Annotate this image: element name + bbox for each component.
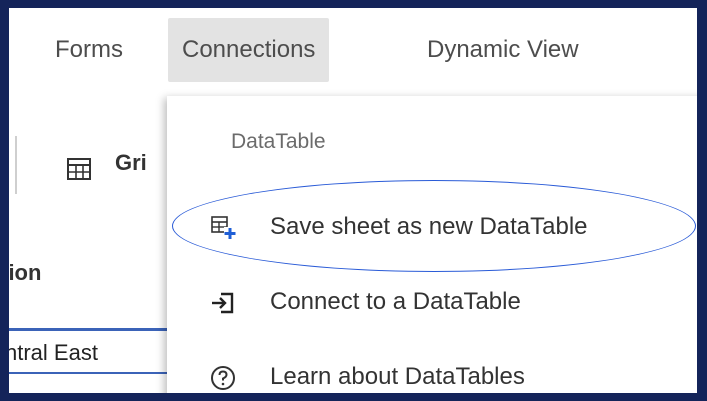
menu-forms[interactable]: Forms — [41, 18, 137, 82]
grid-view-button[interactable]: Gri — [115, 150, 147, 176]
menu-bar: Forms Connections Dynamic View — [9, 8, 697, 98]
selected-cell[interactable]: ntral East — [9, 328, 175, 374]
toolbar-divider — [15, 136, 17, 194]
learn-datatables-item[interactable]: Learn about DataTables — [167, 352, 697, 393]
save-as-datatable-item[interactable]: Save sheet as new DataTable — [167, 202, 697, 254]
menu-connections[interactable]: Connections — [168, 18, 330, 82]
connect-datatable-item[interactable]: Connect to a DataTable — [167, 277, 697, 329]
connections-dropdown: DataTable Save sheet as new DataTable Co… — [167, 96, 697, 393]
connect-arrow-icon — [212, 292, 234, 314]
help-circle-icon — [211, 366, 235, 390]
app-window: Forms Connections Dynamic View Gri gion … — [9, 8, 697, 393]
add-table-icon — [211, 216, 236, 239]
menu-dynamic-view[interactable]: Dynamic View — [413, 18, 593, 82]
save-as-datatable-label: Save sheet as new DataTable — [270, 213, 588, 240]
grid-icon[interactable] — [66, 156, 92, 182]
dropdown-section-title: DataTable — [231, 130, 326, 153]
learn-datatables-label: Learn about DataTables — [270, 363, 525, 390]
connect-datatable-label: Connect to a DataTable — [270, 288, 521, 315]
